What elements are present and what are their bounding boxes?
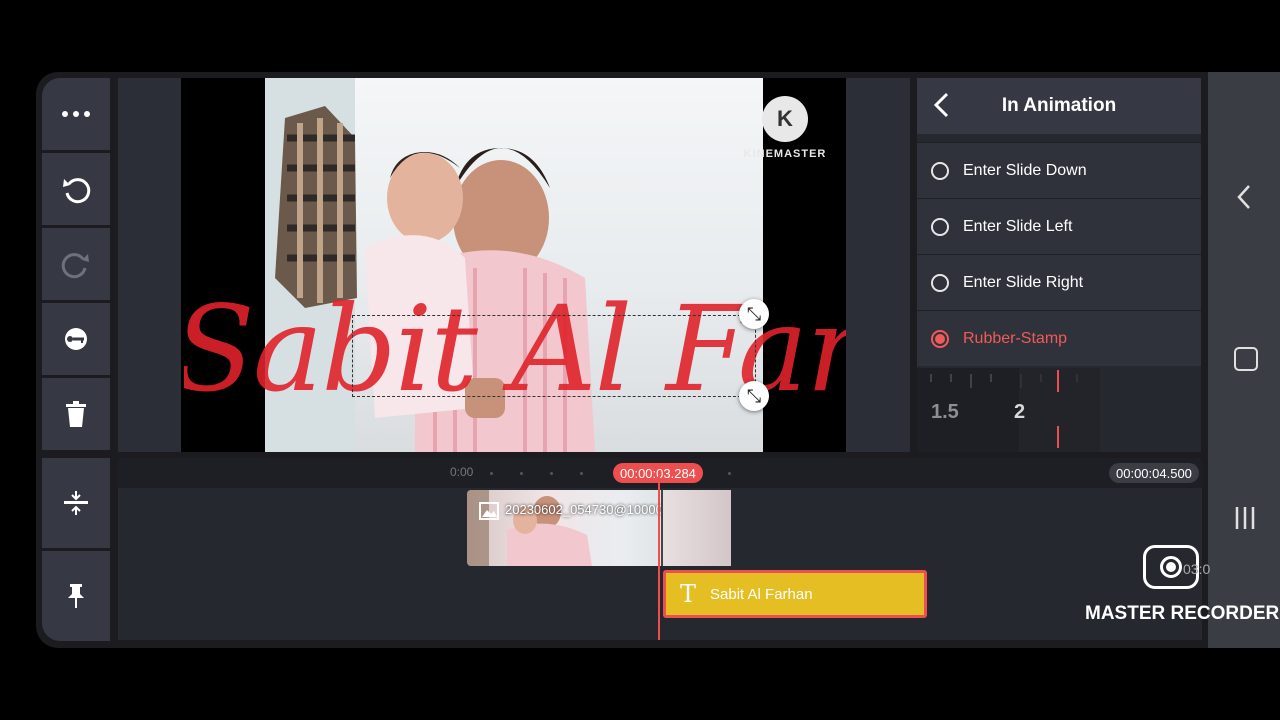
nav-back-icon[interactable] [1236,184,1252,210]
ruler-label: 2 [1014,401,1026,423]
option-enter-slide-left[interactable]: Enter Slide Left [917,198,1201,254]
in-animation-panel: In Animation Enter Slide Down Enter Slid… [917,78,1201,452]
resize-icon: ⤡ [746,385,762,406]
playhead[interactable] [658,476,660,640]
trash-icon [66,401,86,427]
option-label: Enter Slide Down [963,161,1087,179]
radio-button[interactable] [931,161,949,180]
image-clip-tail[interactable] [661,490,731,566]
option-label: Rubber-Stamp [963,329,1068,347]
time-ruler[interactable]: 0:00 00:00:03.284 00:00:04.500 [118,458,1202,488]
recorder-label: MASTER RECORDER [1085,603,1280,624]
image-clip-icon [479,502,499,520]
track-options-button[interactable] [42,458,110,548]
radio-button[interactable] [931,273,949,292]
option-rubber-stamp[interactable]: Rubber-Stamp [917,310,1201,366]
nav-recents-icon[interactable] [1234,506,1256,530]
panel-title: In Animation [1001,95,1117,116]
more-menu-button[interactable] [42,78,110,150]
undo-icon [63,178,91,204]
delete-button[interactable] [42,378,110,450]
tick-dot [490,472,493,475]
panel-header: In Animation [917,78,1201,134]
track-adjust-icon [64,491,88,515]
recorder-counter: 03:0 [1183,561,1211,577]
timeline[interactable]: 0:00 00:00:03.284 00:00:04.500 20230602_… [118,458,1202,640]
text-clip[interactable]: T Sabit Al Farhan [663,570,927,618]
duration-ruler[interactable]: 1.5 2 [917,368,1100,452]
option-enter-slide-down[interactable]: Enter Slide Down [917,142,1201,198]
kinemaster-watermark: K KINEMASTER [738,96,832,160]
option-label: Enter Slide Left [963,217,1073,235]
rotate-icon: ⤡ [746,303,762,324]
nav-home-icon[interactable] [1234,347,1258,371]
pin-button[interactable] [42,551,110,641]
text-clip-icon: T [680,580,697,608]
redo-button[interactable] [42,228,110,300]
option-label: Enter Slide Right [963,273,1084,291]
editor-frame: Sabit Al Farhan ⤡ ⤡ K KINEMASTER In Anim… [36,72,1208,648]
pin-icon [68,584,84,608]
recorder-logo: 03:0 [1143,545,1221,591]
timeline-start-time: 0:00 [450,465,474,479]
ruler-label: 1.5 [931,401,959,423]
text-selection-box[interactable] [352,315,756,397]
kinemaster-logo-icon: K [762,96,808,142]
text-clip-label: Sabit Al Farhan [710,585,813,603]
ellipsis-icon [62,111,90,117]
key-icon [65,328,87,350]
tick-dot [550,472,553,475]
undo-button[interactable] [42,153,110,225]
radio-button[interactable] [931,217,949,236]
tick-dot [728,472,731,475]
resize-handle[interactable]: ⤡ [739,381,769,411]
keyframe-button[interactable] [42,303,110,375]
radio-button-selected[interactable] [931,329,949,348]
end-time: 00:00:04.500 [1109,463,1199,483]
redo-icon [61,253,89,279]
tick-dot [580,472,583,475]
watermark-text: KINEMASTER [743,148,827,160]
rotate-handle[interactable]: ⤡ [739,299,769,329]
tick-dot [520,472,523,475]
option-enter-slide-right[interactable]: Enter Slide Right [917,254,1201,310]
